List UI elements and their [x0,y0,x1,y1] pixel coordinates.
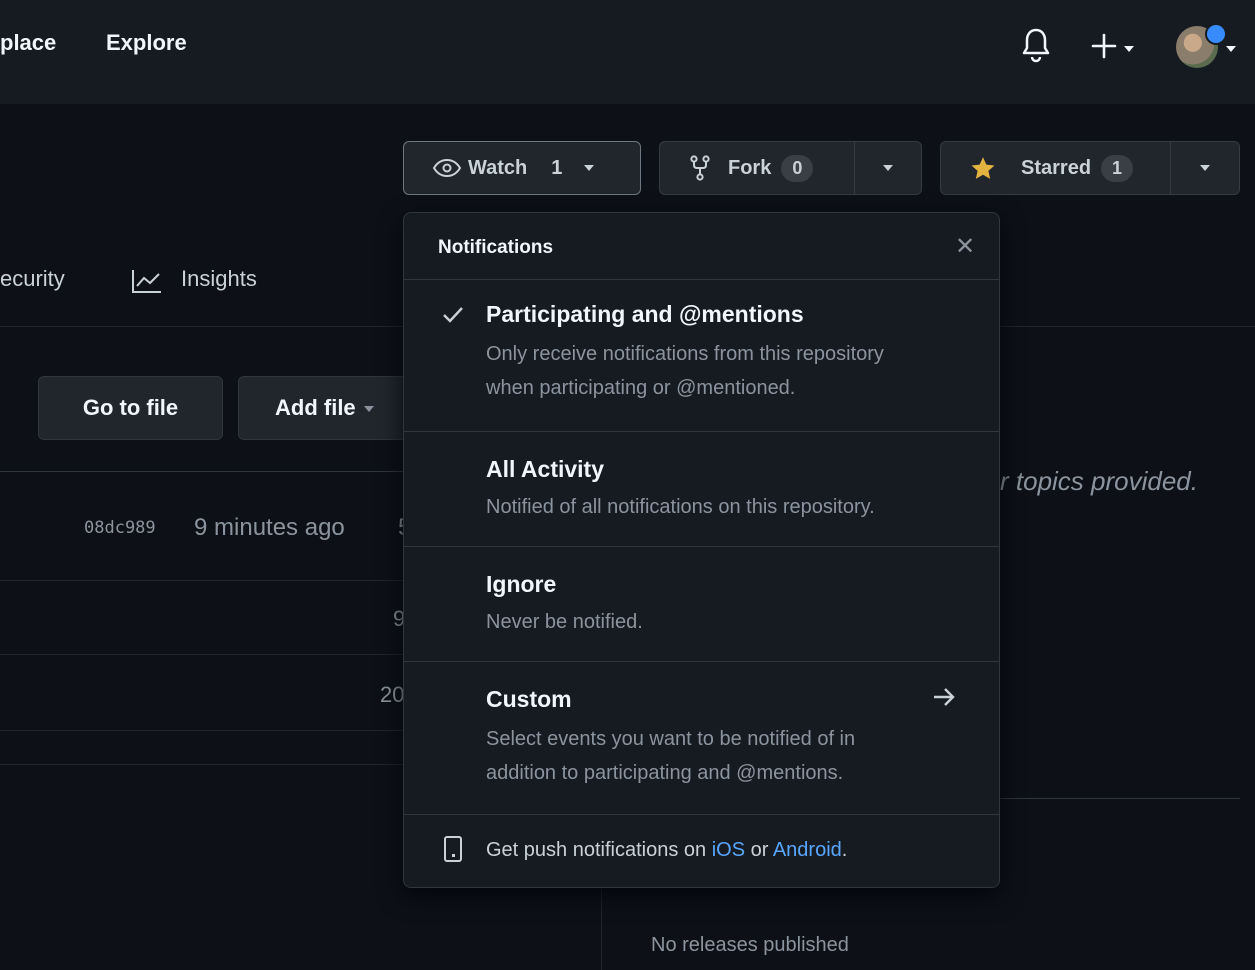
fork-button[interactable]: Fork 0 [659,141,855,195]
device-mobile-icon [444,836,462,862]
fork-icon [690,155,710,181]
star-dropdown-button[interactable] [1170,141,1240,195]
tab-insights[interactable]: Insights [181,266,257,292]
vertical-divider [601,888,602,970]
menu-item-participating[interactable]: Participating and @mentions Only receive… [404,279,999,432]
starred-button[interactable]: Starred 1 [940,141,1171,195]
chevron-down-icon [363,395,374,421]
go-to-file-label: Go to file [82,395,179,420]
menu-item-description: when participating or @mentioned. [486,377,796,399]
chevron-down-icon [883,157,893,180]
plus-icon[interactable] [1090,32,1118,65]
arrow-right-icon [932,686,956,714]
graph-icon [131,268,163,299]
push-text-suffix: . [841,839,848,861]
menu-item-label: All Activity [486,456,605,482]
push-notifications-footer: Get push notifications on iOS or Android… [404,815,999,887]
file-list-border [0,471,420,472]
star-count: 1 [1101,154,1134,182]
row-divider [0,580,420,581]
commit-time[interactable]: 9 minutes ago [194,514,345,542]
topics-text: r topics provided. [1000,466,1198,496]
menu-header: Notifications ✕ [404,213,999,280]
eye-icon [432,158,462,178]
commit-sha[interactable]: 08dc989 [84,518,156,538]
row-value: 20 [380,682,405,707]
chevron-down-icon [1200,157,1210,180]
starred-label: Starred [1021,156,1092,179]
push-notifications-text: Get push notifications on iOS or Android… [486,839,847,862]
close-icon[interactable]: ✕ [955,235,975,259]
ios-link[interactable]: iOS [712,839,745,861]
watch-count: 1 [551,156,563,179]
chevron-down-icon[interactable] [1124,40,1134,58]
menu-title: Notifications [438,237,554,258]
menu-item-label: Custom [486,686,572,712]
star-icon [971,156,995,179]
row-divider [0,730,420,731]
top-header: place Explore [0,0,1255,104]
menu-item-custom[interactable]: Custom Select events you want to be noti… [404,662,999,815]
menu-item-all-activity[interactable]: All Activity Notified of all notificatio… [404,432,999,547]
menu-item-label: Ignore [486,571,557,597]
watch-button[interactable]: Watch 1 [403,141,641,195]
nav-marketplace[interactable]: place [0,30,56,56]
fork-label: Fork [728,156,772,179]
status-dot [1205,23,1227,45]
chevron-down-icon[interactable] [1226,40,1236,58]
fork-dropdown-button[interactable] [854,141,922,195]
menu-item-ignore[interactable]: Ignore Never be notified. [404,547,999,662]
go-to-file-button[interactable]: Go to file [38,376,223,440]
sidebar-divider [1000,798,1240,799]
push-text-middle: or [745,839,773,861]
fork-count: 0 [781,154,814,182]
bell-icon[interactable] [1020,26,1052,71]
add-file-label: Add file [275,395,356,420]
check-icon [442,303,464,331]
row-divider [0,654,420,655]
menu-item-description: Never be notified. [486,611,643,633]
android-link[interactable]: Android [773,839,842,861]
menu-item-description: Notified of all notifications on this re… [486,496,875,518]
chevron-down-icon [584,157,595,180]
menu-item-description: Only receive notifications from this rep… [486,343,884,365]
nav-explore[interactable]: Explore [106,30,187,56]
menu-item-label: Participating and @mentions [486,301,804,327]
watch-label: Watch [468,156,528,179]
tab-security[interactable]: ecurity [0,266,65,292]
menu-item-description: Select events you want to be notified of… [486,728,856,750]
push-text-prefix: Get push notifications on [486,839,712,861]
releases-text: No releases published [651,934,849,956]
row-divider [0,764,420,765]
menu-item-description: addition to participating and @mentions. [486,762,844,784]
notifications-menu: Notifications ✕ Participating and @menti… [403,212,1000,888]
